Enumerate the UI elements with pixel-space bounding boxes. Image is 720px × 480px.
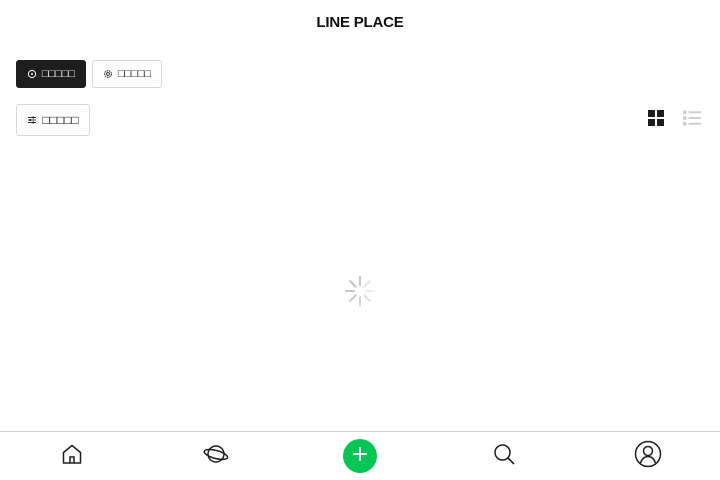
filter-button[interactable]: □□□□□ xyxy=(16,104,90,136)
profile-icon xyxy=(634,440,662,473)
list-view-icon xyxy=(682,109,702,132)
tab-search[interactable] xyxy=(432,432,576,480)
grid-view-button[interactable] xyxy=(646,109,666,132)
home-icon xyxy=(60,442,84,471)
loading-spinner-icon xyxy=(344,275,376,307)
filter-button-label: □□□□□ xyxy=(42,113,79,127)
chip-settings-label: □□□□□ xyxy=(117,68,152,80)
search-icon xyxy=(492,442,516,471)
chip-settings[interactable]: □□□□□ xyxy=(92,60,162,88)
planet-icon xyxy=(203,442,229,471)
chip-nearby[interactable]: □□□□□ xyxy=(16,60,86,88)
chip-nearby-label: □□□□□ xyxy=(41,68,76,80)
add-button[interactable] xyxy=(343,439,377,473)
location-target-icon xyxy=(27,69,37,79)
grid-view-icon xyxy=(647,109,665,132)
app-root: LINE PLACE □□□□□ □□□□□ □□□□□ xyxy=(0,0,720,480)
gear-icon xyxy=(103,69,113,79)
tab-profile[interactable] xyxy=(576,432,720,480)
bottom-tab-bar xyxy=(0,431,720,480)
tab-add[interactable] xyxy=(288,432,432,480)
sliders-icon xyxy=(27,115,37,125)
tab-home[interactable] xyxy=(0,432,144,480)
list-view-button[interactable] xyxy=(682,110,702,130)
page-title: LINE PLACE xyxy=(316,13,404,31)
tab-explore[interactable] xyxy=(144,432,288,480)
plus-icon xyxy=(352,446,368,467)
header: LINE PLACE xyxy=(0,0,720,44)
